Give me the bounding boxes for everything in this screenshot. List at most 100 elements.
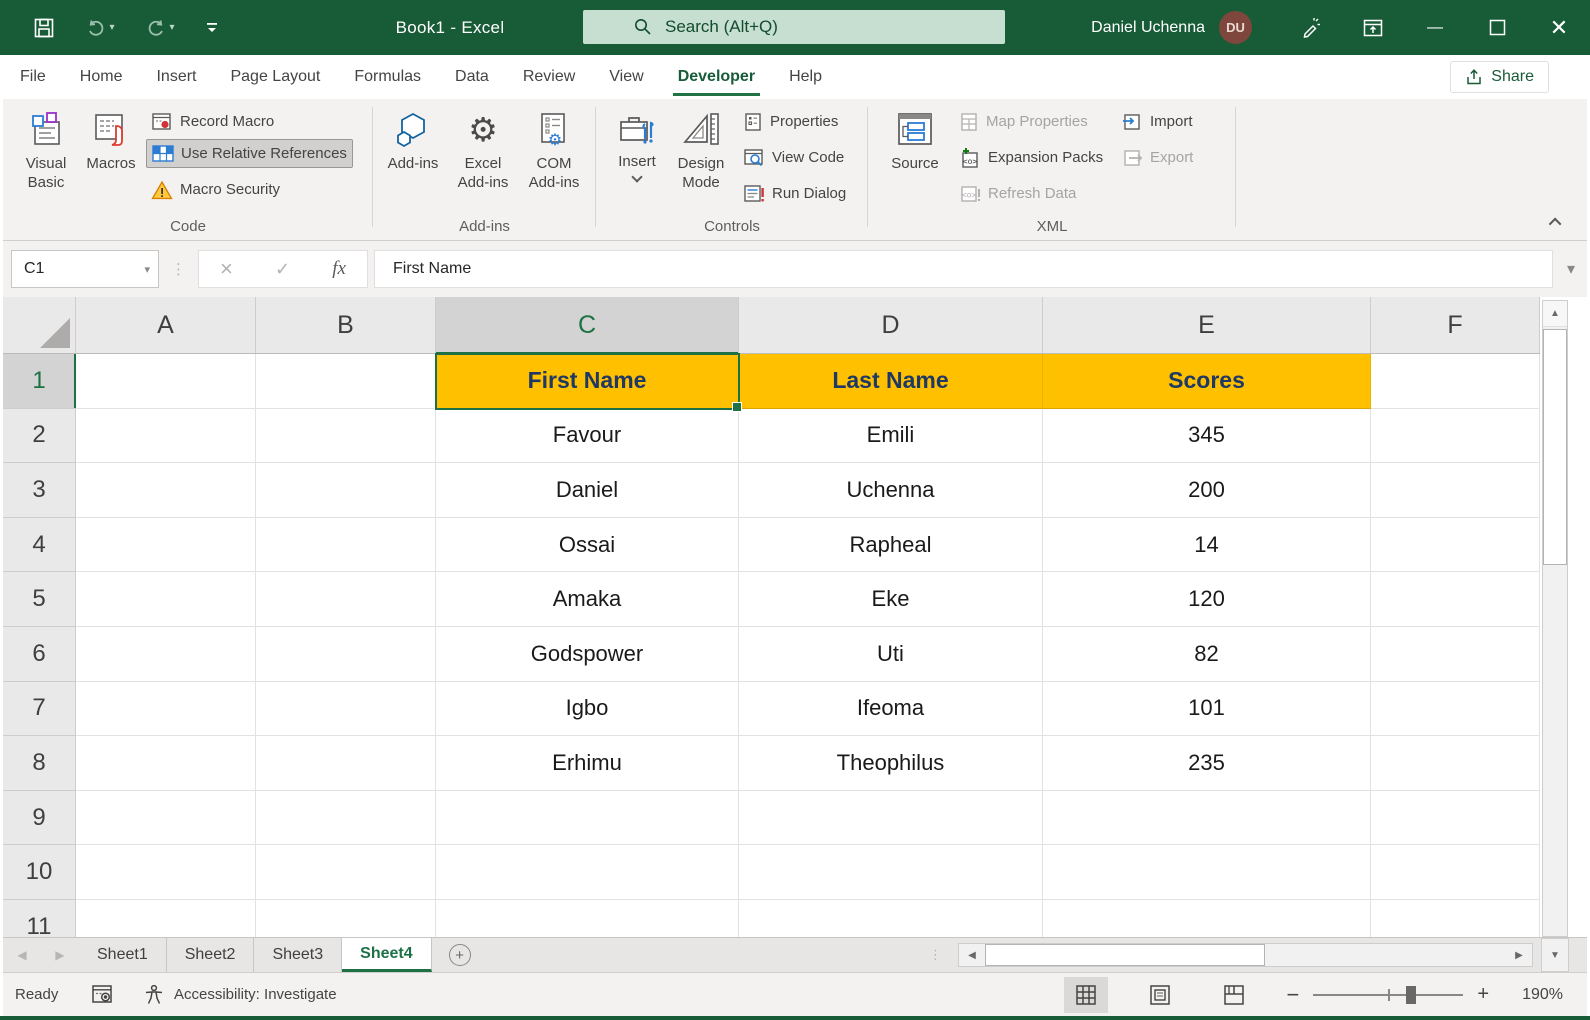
redo-dropdown-icon[interactable]: ▾ [169,22,174,33]
sheet-nav-right-button[interactable]: ▶ [41,938,79,972]
cell-D5[interactable]: Eke [739,572,1043,627]
cell-C1[interactable]: First Name [436,354,739,409]
cell-F9[interactable] [1371,791,1540,846]
cell-A2[interactable] [76,409,256,464]
cell-C8[interactable]: Erhimu [436,736,739,791]
macro-recording-status-button[interactable] [91,984,115,1006]
cell-A4[interactable] [76,518,256,573]
cell-D2[interactable]: Emili [739,409,1043,464]
visual-basic-button[interactable]: Visual Basic [13,104,79,214]
avatar[interactable]: DU [1219,11,1252,44]
ribbon-display-options-button[interactable] [1342,0,1404,55]
row-header-10[interactable]: 10 [3,845,76,900]
view-code-button[interactable]: View Code [738,143,849,172]
cell-B4[interactable] [256,518,436,573]
tab-formulas[interactable]: Formulas [337,55,438,99]
formula-bar-resize-handle[interactable]: ⋮ [171,260,186,278]
cell-F11[interactable] [1371,900,1540,937]
inking-button[interactable] [1280,0,1342,55]
cell-C11[interactable] [436,900,739,937]
sheet-nav-left-button[interactable]: ◀ [3,938,41,972]
map-properties-button[interactable]: Map Properties [954,107,1093,136]
cell-F6[interactable] [1371,627,1540,682]
cell-F2[interactable] [1371,409,1540,464]
cell-A5[interactable] [76,572,256,627]
customize-quick-access-toolbar-button[interactable] [192,0,232,55]
tab-page-layout[interactable]: Page Layout [213,55,337,99]
vertical-scrollbar-thumb[interactable] [1543,329,1567,565]
formula-input[interactable]: First Name [374,250,1553,288]
cell-B10[interactable] [256,845,436,900]
cell-E8[interactable]: 235 [1043,736,1371,791]
row-header-1[interactable]: 1 [3,354,76,409]
zoom-slider-thumb[interactable] [1406,986,1416,1004]
cell-D11[interactable] [739,900,1043,937]
tab-data[interactable]: Data [438,55,506,99]
row-header-4[interactable]: 4 [3,518,76,573]
cell-F3[interactable] [1371,463,1540,518]
cell-B6[interactable] [256,627,436,682]
cell-E6[interactable]: 82 [1043,627,1371,682]
cell-C7[interactable]: Igbo [436,682,739,737]
column-header-C[interactable]: C [436,297,739,353]
row-header-6[interactable]: 6 [3,627,76,682]
cell-F4[interactable] [1371,518,1540,573]
cell-C3[interactable]: Daniel [436,463,739,518]
expansion-packs-button[interactable]: <o> Expansion Packs [954,143,1108,172]
zoom-level-label[interactable]: 190% [1511,986,1563,1004]
cell-E2[interactable]: 345 [1043,409,1371,464]
zoom-slider[interactable] [1313,994,1463,996]
cell-C9[interactable] [436,791,739,846]
cell-D1[interactable]: Last Name [739,354,1043,409]
row-header-7[interactable]: 7 [3,682,76,737]
cell-F7[interactable] [1371,682,1540,737]
column-header-A[interactable]: A [76,297,256,353]
row-header-3[interactable]: 3 [3,463,76,518]
scroll-left-button[interactable]: ◀ [959,944,985,966]
row-header-8[interactable]: 8 [3,736,76,791]
new-sheet-button[interactable]: + [432,938,488,972]
name-box[interactable]: C1 ▾ [11,250,159,288]
cell-B7[interactable] [256,682,436,737]
cell-C10[interactable] [436,845,739,900]
cell-F8[interactable] [1371,736,1540,791]
cell-A10[interactable] [76,845,256,900]
com-add-ins-button[interactable]: ⚙ COM Add-ins [521,104,587,214]
name-box-dropdown-icon[interactable]: ▾ [144,263,150,276]
excel-add-ins-button[interactable]: ⚙ Excel Add-ins [449,104,517,214]
scroll-right-button[interactable]: ▶ [1506,944,1532,966]
cell-A7[interactable] [76,682,256,737]
refresh-data-button[interactable]: <o> Refresh Data [954,179,1081,208]
run-dialog-button[interactable]: Run Dialog [738,179,851,208]
cell-E1[interactable]: Scores [1043,354,1371,409]
tab-insert[interactable]: Insert [139,55,213,99]
tab-help[interactable]: Help [772,55,839,99]
cell-A3[interactable] [76,463,256,518]
cell-A8[interactable] [76,736,256,791]
select-all-button[interactable] [3,297,76,353]
row-header-9[interactable]: 9 [3,791,76,846]
cell-A11[interactable] [76,900,256,937]
accessibility-status-button[interactable]: Accessibility: Investigate [143,984,337,1006]
zoom-in-button[interactable]: + [1477,983,1489,1006]
export-button[interactable]: Export [1116,143,1198,172]
sheet-tab-sheet2[interactable]: Sheet2 [167,938,255,972]
insert-function-button[interactable]: fx [332,258,346,280]
cell-B3[interactable] [256,463,436,518]
cell-E7[interactable]: 101 [1043,682,1371,737]
page-break-preview-button[interactable] [1212,977,1256,1013]
row-header-2[interactable]: 2 [3,409,76,464]
tab-file[interactable]: File [3,55,63,99]
user-name[interactable]: Daniel Uchenna [1091,19,1205,37]
vertical-scrollbar[interactable]: ▲ [1542,300,1568,937]
close-button[interactable]: ✕ [1528,0,1590,55]
confirm-entry-button[interactable]: ✓ [275,259,290,280]
undo-dropdown-icon[interactable]: ▾ [109,22,114,33]
horizontal-scrollbar[interactable]: ◀ ▶ [958,943,1533,967]
cell-D10[interactable] [739,845,1043,900]
cell-C5[interactable]: Amaka [436,572,739,627]
cell-C4[interactable]: Ossai [436,518,739,573]
sheet-tab-sheet4[interactable]: Sheet4 [342,938,431,972]
properties-button[interactable]: Properties [738,107,843,136]
cell-E4[interactable]: 14 [1043,518,1371,573]
